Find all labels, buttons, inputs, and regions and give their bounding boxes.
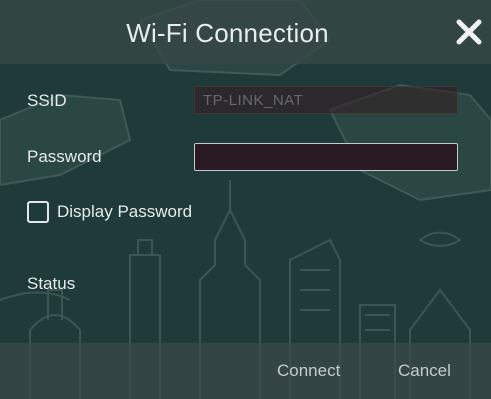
password-field[interactable] [194,143,458,171]
close-icon [456,19,482,45]
ssid-field[interactable] [194,86,458,114]
password-label: Password [27,147,102,166]
cancel-button[interactable]: Cancel [398,355,451,387]
wifi-connection-dialog: Wi-Fi Connection SSID Password Display P… [0,0,491,399]
status-label: Status [27,274,76,293]
connect-button[interactable]: Connect [277,355,340,387]
dialog-title: Wi-Fi Connection [126,18,329,48]
display-password-toggle[interactable]: Display Password [27,199,192,225]
display-password-label: Display Password [57,202,193,221]
ssid-label: SSID [27,91,67,110]
close-button[interactable] [453,16,485,48]
display-password-checkbox[interactable] [27,201,49,223]
